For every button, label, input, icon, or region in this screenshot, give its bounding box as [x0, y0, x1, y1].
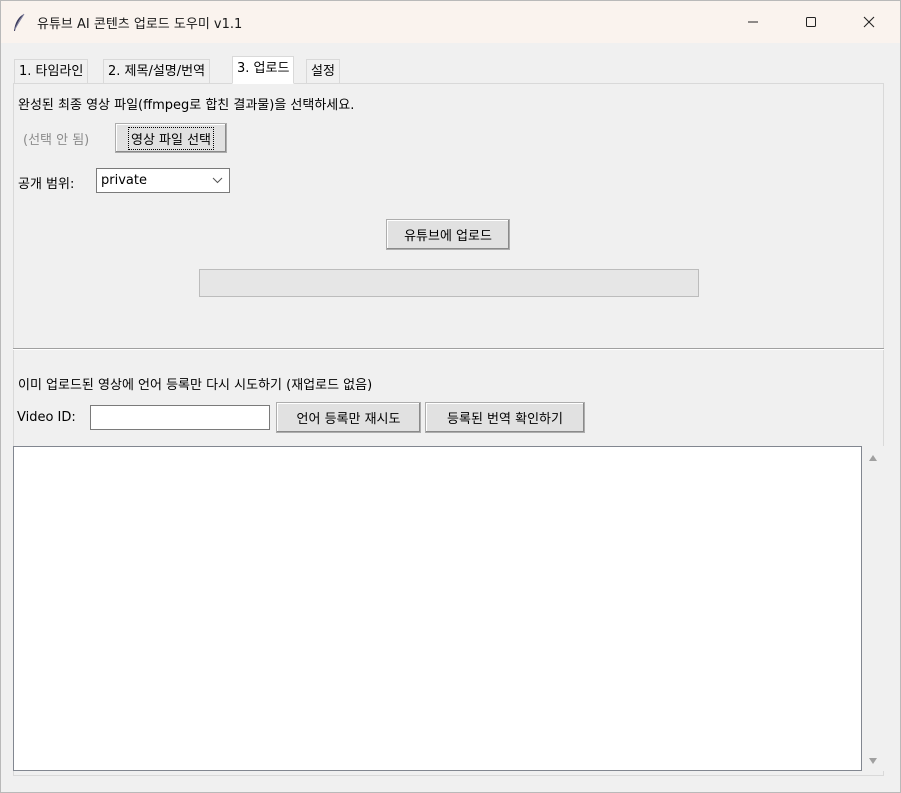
upload-to-youtube-label: 유튜브에 업로드 [404, 229, 492, 244]
video-id-input[interactable] [90, 405, 270, 430]
minimize-icon [748, 21, 758, 23]
tab-label: 2. 제목/설명/번역 [108, 64, 206, 79]
close-icon [863, 16, 875, 28]
feather-icon [14, 13, 25, 31]
upload-to-youtube-button[interactable]: 유튜브에 업로드 [386, 219, 510, 250]
tab-title-description[interactable]: 2. 제목/설명/번역 [103, 59, 211, 83]
chevron-down-icon [212, 177, 223, 184]
maximize-button[interactable] [782, 1, 840, 43]
section-separator [13, 348, 884, 350]
tab-label: 설정 [311, 64, 335, 79]
select-video-file-label: 영상 파일 선택 [127, 126, 215, 150]
window-title: 유튜브 AI 콘텐츠 업로드 도우미 v1.1 [37, 17, 243, 32]
video-id-label: Video ID: [17, 410, 76, 425]
upload-instruction: 완성된 최종 영상 파일(ffmpeg로 합친 결과물)을 선택하세요. [18, 98, 355, 113]
privacy-select-value: private [101, 173, 147, 188]
minimize-button[interactable] [724, 1, 782, 43]
title-bar[interactable]: 유튜브 AI 콘텐츠 업로드 도우미 v1.1 [1, 1, 900, 43]
file-status-label: (선택 안 됨) [23, 133, 90, 148]
privacy-select[interactable]: private [96, 168, 230, 193]
upload-progress-bar [199, 269, 699, 297]
maximize-icon [806, 17, 816, 27]
log-textbox[interactable] [13, 446, 862, 771]
scroll-down-arrow-icon[interactable] [868, 757, 878, 765]
log-scrollbar[interactable] [862, 446, 884, 771]
tab-label: 3. 업로드 [237, 61, 290, 76]
privacy-label: 공개 범위: [18, 177, 75, 192]
check-registered-translations-label: 등록된 번역 확인하기 [447, 412, 563, 427]
tab-label: 1. 타임라인 [19, 64, 84, 79]
retry-language-registration-button[interactable]: 언어 등록만 재시도 [276, 402, 421, 433]
check-registered-translations-button[interactable]: 등록된 번역 확인하기 [425, 402, 585, 433]
scroll-up-arrow-icon[interactable] [868, 454, 878, 462]
close-button[interactable] [840, 1, 898, 43]
app-window: 유튜브 AI 콘텐츠 업로드 도우미 v1.1 1. 타임라인 2. 제목/설명… [0, 0, 901, 793]
tab-timeline[interactable]: 1. 타임라인 [14, 59, 89, 83]
tab-upload[interactable]: 3. 업로드 [232, 56, 295, 84]
select-video-file-button[interactable]: 영상 파일 선택 [115, 123, 227, 153]
retry-heading: 이미 업로드된 영상에 언어 등록만 다시 시도하기 (재업로드 없음) [18, 378, 373, 393]
tab-settings[interactable]: 설정 [306, 59, 340, 83]
retry-language-registration-label: 언어 등록만 재시도 [296, 412, 401, 427]
